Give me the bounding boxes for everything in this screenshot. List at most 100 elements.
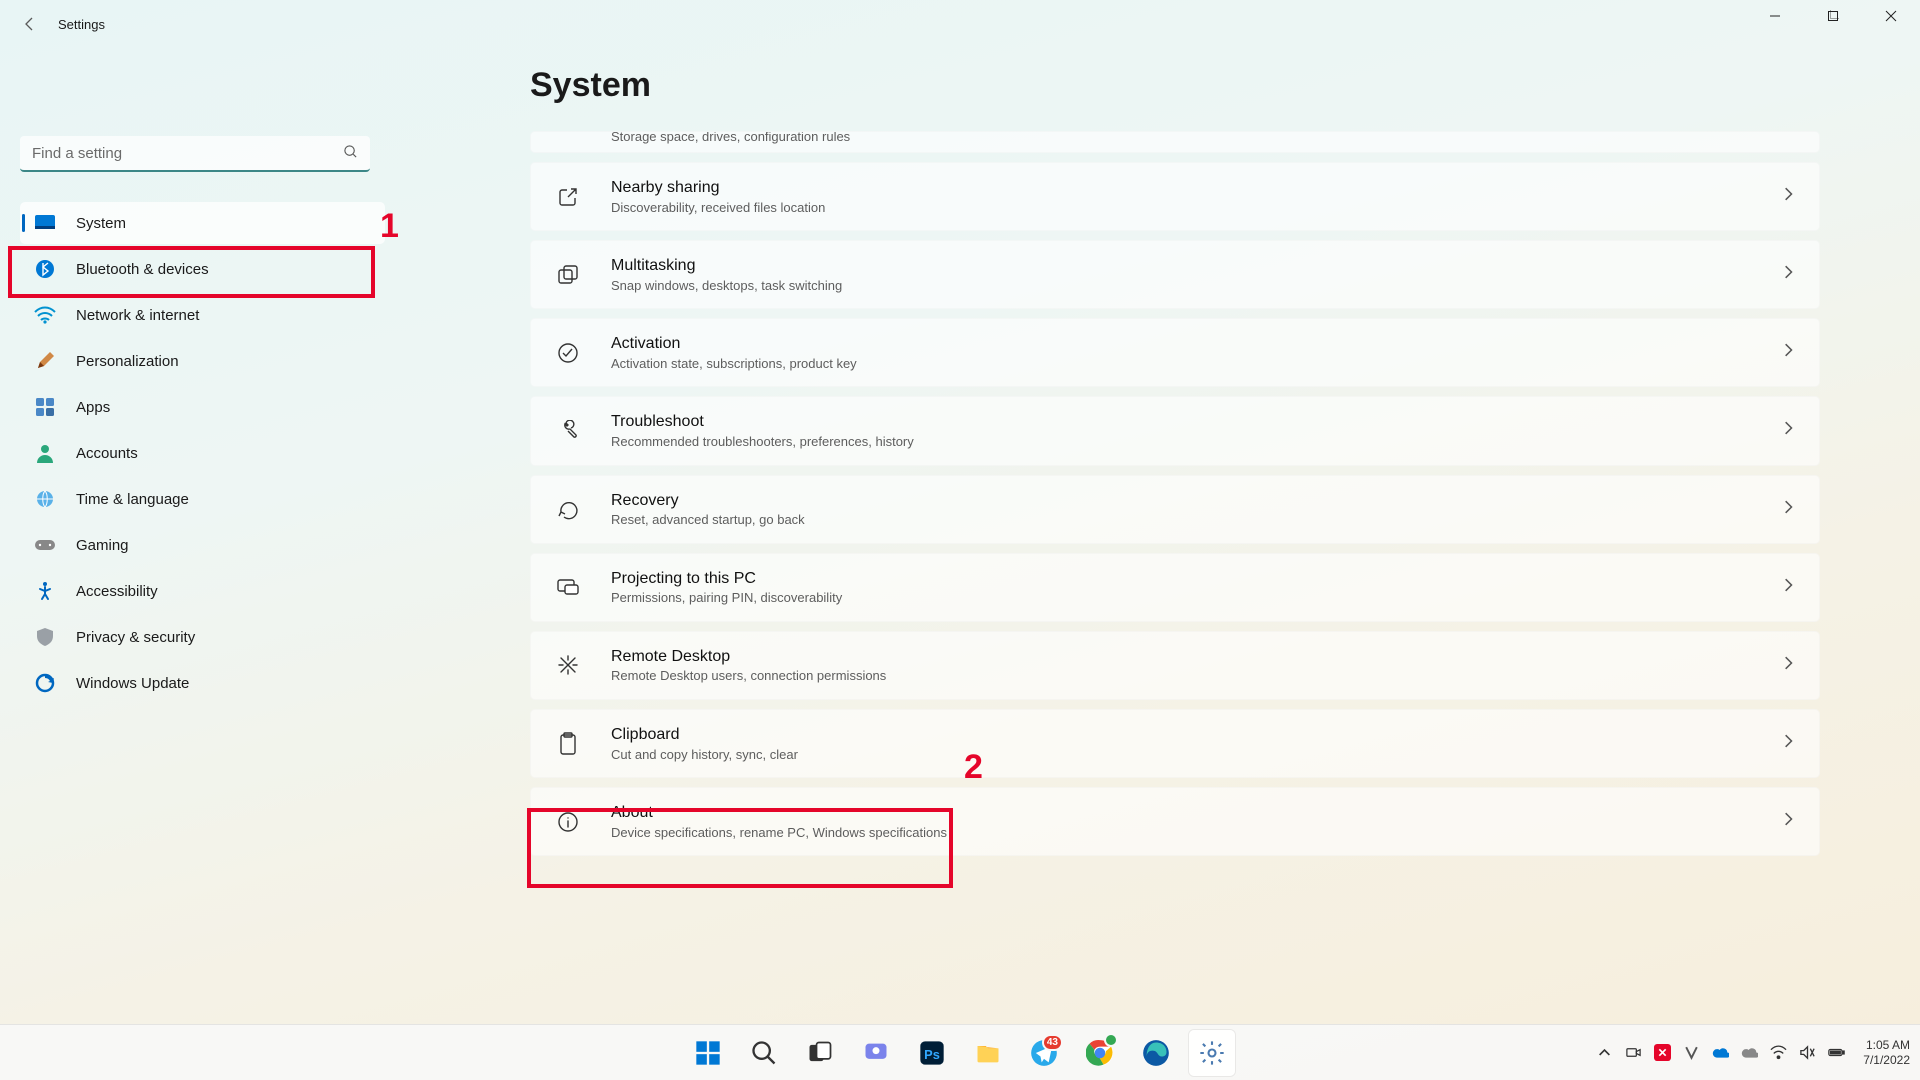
projecting-icon xyxy=(555,574,581,600)
sidebar-item-apps[interactable]: Apps xyxy=(20,386,385,428)
minimize-button[interactable] xyxy=(1746,0,1804,32)
sidebar-item-privacy[interactable]: Privacy & security xyxy=(20,616,385,658)
tray-overflow[interactable] xyxy=(1596,1044,1613,1061)
tray-weather-icon[interactable] xyxy=(1741,1044,1758,1061)
tray-clock[interactable]: 1:05 AM 7/1/2022 xyxy=(1863,1038,1910,1068)
taskbar-chrome[interactable] xyxy=(1077,1030,1123,1076)
tray-date: 7/1/2022 xyxy=(1863,1053,1910,1068)
tray-app-v[interactable] xyxy=(1683,1044,1700,1061)
taskbar-telegram[interactable]: 43 xyxy=(1021,1030,1067,1076)
sidebar-item-system[interactable]: System xyxy=(20,202,385,244)
taskbar-taskview[interactable] xyxy=(797,1030,843,1076)
card-multitasking[interactable]: Multitasking Snap windows, desktops, tas… xyxy=(530,240,1820,309)
chevron-right-icon xyxy=(1781,343,1795,362)
close-button[interactable] xyxy=(1862,0,1920,32)
minimize-icon xyxy=(1769,10,1781,22)
tray-volume-icon[interactable] xyxy=(1799,1044,1816,1061)
tray-app-red[interactable] xyxy=(1654,1044,1671,1061)
chevron-right-icon xyxy=(1781,500,1795,519)
sidebar-nav: System Bluetooth & devices Network & int… xyxy=(20,202,385,704)
sidebar-item-label: Time & language xyxy=(76,491,189,508)
taskbar-edge[interactable] xyxy=(1133,1030,1179,1076)
sidebar-item-network[interactable]: Network & internet xyxy=(20,294,385,336)
paintbrush-icon xyxy=(34,350,56,372)
card-title: Troubleshoot xyxy=(611,411,1781,433)
taskbar-file-explorer[interactable] xyxy=(965,1030,1011,1076)
tray-time: 1:05 AM xyxy=(1863,1038,1910,1053)
card-title: Recovery xyxy=(611,490,1781,512)
sidebar-item-personalization[interactable]: Personalization xyxy=(20,340,385,382)
card-storage[interactable]: Storage Storage space, drives, configura… xyxy=(530,131,1820,153)
taskbar: Ps 43 1:05 AM 7/1/2022 xyxy=(0,1024,1920,1080)
start-button[interactable] xyxy=(685,1030,731,1076)
chevron-right-icon xyxy=(1781,812,1795,831)
main-content: System Storage Storage space, drives, co… xyxy=(380,48,1920,1024)
update-icon xyxy=(34,672,56,694)
taskbar-settings[interactable] xyxy=(1189,1030,1235,1076)
search-input[interactable] xyxy=(20,136,370,172)
card-activation[interactable]: Activation Activation state, subscriptio… xyxy=(530,318,1820,387)
gaming-icon xyxy=(34,534,56,556)
card-troubleshoot[interactable]: Troubleshoot Recommended troubleshooters… xyxy=(530,396,1820,465)
sidebar-item-bluetooth[interactable]: Bluetooth & devices xyxy=(20,248,385,290)
tray-meet-now-icon[interactable] xyxy=(1625,1044,1642,1061)
sidebar-item-update[interactable]: Windows Update xyxy=(20,662,385,704)
maximize-icon xyxy=(1827,10,1839,22)
telegram-badge: 43 xyxy=(1042,1034,1063,1051)
card-title: Remote Desktop xyxy=(611,646,1781,668)
sidebar-item-label: Windows Update xyxy=(76,675,189,692)
apps-icon xyxy=(34,396,56,418)
card-title: Multitasking xyxy=(611,255,1781,277)
info-icon xyxy=(555,809,581,835)
chevron-right-icon xyxy=(1781,187,1795,206)
back-button[interactable] xyxy=(20,14,40,34)
window-title: Settings xyxy=(58,17,105,32)
multitasking-icon xyxy=(555,262,581,288)
system-tray: 1:05 AM 7/1/2022 xyxy=(1596,1025,1910,1080)
card-title: Nearby sharing xyxy=(611,177,1781,199)
card-projecting[interactable]: Projecting to this PC Permissions, pairi… xyxy=(530,553,1820,622)
card-about[interactable]: About Device specifications, rename PC, … xyxy=(530,787,1820,856)
sidebar-item-label: Privacy & security xyxy=(76,629,195,646)
card-recovery[interactable]: Recovery Reset, advanced startup, go bac… xyxy=(530,475,1820,544)
card-subtitle: Reset, advanced startup, go back xyxy=(611,511,1781,529)
card-subtitle: Permissions, pairing PIN, discoverabilit… xyxy=(611,589,1781,607)
card-subtitle: Activation state, subscriptions, product… xyxy=(611,355,1781,373)
sidebar-item-accounts[interactable]: Accounts xyxy=(20,432,385,474)
taskbar-photoshop[interactable]: Ps xyxy=(909,1030,955,1076)
chrome-badge xyxy=(1104,1033,1118,1047)
system-icon xyxy=(34,212,56,234)
card-remote-desktop[interactable]: Remote Desktop Remote Desktop users, con… xyxy=(530,631,1820,700)
taskbar-search[interactable] xyxy=(741,1030,787,1076)
globe-clock-icon xyxy=(34,488,56,510)
shield-icon xyxy=(34,626,56,648)
chevron-right-icon xyxy=(1781,656,1795,675)
arrow-left-icon xyxy=(22,16,38,32)
sidebar-item-gaming[interactable]: Gaming xyxy=(20,524,385,566)
sidebar-item-label: Network & internet xyxy=(76,307,199,324)
sidebar-item-time[interactable]: Time & language xyxy=(20,478,385,520)
check-circle-icon xyxy=(555,340,581,366)
sidebar-item-label: Apps xyxy=(76,399,110,416)
sidebar-item-label: Gaming xyxy=(76,537,129,554)
sidebar-item-label: Accounts xyxy=(76,445,138,462)
card-subtitle: Remote Desktop users, connection permiss… xyxy=(611,667,1781,685)
card-subtitle: Recommended troubleshooters, preferences… xyxy=(611,433,1781,451)
card-subtitle: Storage space, drives, configuration rul… xyxy=(611,131,1795,146)
sidebar-item-label: Personalization xyxy=(76,353,179,370)
taskbar-chat[interactable] xyxy=(853,1030,899,1076)
remote-desktop-icon xyxy=(555,652,581,678)
settings-card-list: Storage Storage space, drives, configura… xyxy=(530,131,1820,856)
card-clipboard[interactable]: Clipboard Cut and copy history, sync, cl… xyxy=(530,709,1820,778)
sidebar-item-label: Accessibility xyxy=(76,583,158,600)
tray-battery-icon[interactable] xyxy=(1828,1044,1845,1061)
sidebar-item-accessibility[interactable]: Accessibility xyxy=(20,570,385,612)
wrench-icon xyxy=(555,418,581,444)
titlebar: Settings xyxy=(0,0,1920,48)
maximize-button[interactable] xyxy=(1804,0,1862,32)
accessibility-icon xyxy=(34,580,56,602)
card-nearby-sharing[interactable]: Nearby sharing Discoverability, received… xyxy=(530,162,1820,231)
tray-wifi-icon[interactable] xyxy=(1770,1044,1787,1061)
tray-onedrive-icon[interactable] xyxy=(1712,1044,1729,1061)
card-title: Clipboard xyxy=(611,724,1781,746)
